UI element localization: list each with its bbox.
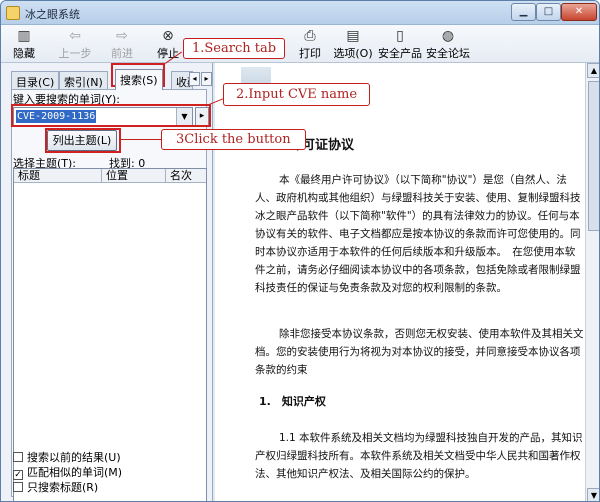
options-icon: ▤ [346,28,360,44]
stop-button[interactable]: ⊗ 停止 [153,27,183,61]
callout-step3: 3Click the button [161,129,306,150]
column-rank[interactable]: 名次 [166,169,206,183]
maximize-button[interactable]: □ [536,3,561,21]
tab-scroll-right-icon[interactable]: ▸ [201,72,212,86]
scroll-down-icon[interactable]: ▼ [587,488,599,501]
column-location[interactable]: 位置 [102,169,166,183]
security-products-button[interactable]: ▯ 安全产品 [377,27,423,61]
results-header: 标题 位置 名次 [14,169,206,183]
hide-button[interactable]: ▥ 隐藏 [9,27,39,61]
stop-icon: ⊗ [162,28,174,44]
paragraph: 1.1 本软件系统及相关文档均为绿盟科技独自开发的产品，其知识产权归绿盟科技所有… [255,432,583,480]
close-button[interactable]: ✕ [561,3,597,21]
tab-index[interactable]: 索引(N) [59,71,108,89]
highlight-search-input [11,104,211,127]
paragraph: 本《最终用户许可协议》（以下简称"协议"）是您（自然人、法人、政府机构或其他组织… [255,174,581,294]
app-icon [6,6,20,20]
option-search-previous[interactable]: 搜索以前的结果(U) [13,449,121,465]
security-forum-button[interactable]: ◍ 安全论坛 [425,27,471,61]
toolbar: ▥ 隐藏 ⇦ 上一步 ⇨ 前进 ⊗ 停止 ⎙ 打印 ▤ 选项(O) ▯ 安全产品… [1,25,599,63]
document-icon: ▯ [396,28,404,44]
app-window: 冰之眼系统 ▁ □ ✕ ▥ 隐藏 ⇦ 上一步 ⇨ 前进 ⊗ 停止 ⎙ 打印 ▤ … [0,0,600,502]
callout-step1: 1.Search tab [183,38,286,59]
option-titles-only[interactable]: 只搜索标题(R) [13,479,98,495]
options-button[interactable]: ▤ 选项(O) [333,27,373,61]
back-icon: ⇦ [69,28,81,44]
print-icon: ⎙ [304,28,316,44]
window-title: 冰之眼系统 [25,8,80,21]
option-match-similar[interactable]: ✓ 匹配相似的单词(M) [13,464,122,480]
forward-icon: ⇨ [116,28,128,44]
checkbox-icon[interactable] [13,452,23,462]
column-title[interactable]: 标题 [14,169,102,183]
vertical-scrollbar[interactable]: ▲ ▼ [585,63,599,501]
tab-search[interactable]: 搜索(S) [115,69,163,90]
hide-icon: ▥ [17,28,31,44]
section-heading: 1. 知识产权 [259,395,326,408]
title-bar: 冰之眼系统 ▁ □ ✕ [1,1,599,25]
tab-scroll-left-icon[interactable]: ◂ [189,72,200,86]
globe-icon: ◍ [441,28,455,44]
callout-step2: 2.Input CVE name [223,83,371,106]
scroll-up-icon[interactable]: ▲ [587,63,599,78]
back-button[interactable]: ⇦ 上一步 [53,27,97,61]
print-button[interactable]: ⎙ 打印 [295,27,325,61]
scroll-thumb[interactable] [588,81,599,231]
paragraph: 除非您接受本协议条款，否则您无权安装、使用本软件及其相关文档。您的安装使用行为将… [255,328,584,376]
minimize-button[interactable]: ▁ [511,3,536,21]
highlight-list-topics-button [45,128,121,153]
checkbox-icon[interactable] [13,482,23,492]
forward-button[interactable]: ⇨ 前进 [107,27,137,61]
tab-contents[interactable]: 目录(C) [11,71,60,89]
